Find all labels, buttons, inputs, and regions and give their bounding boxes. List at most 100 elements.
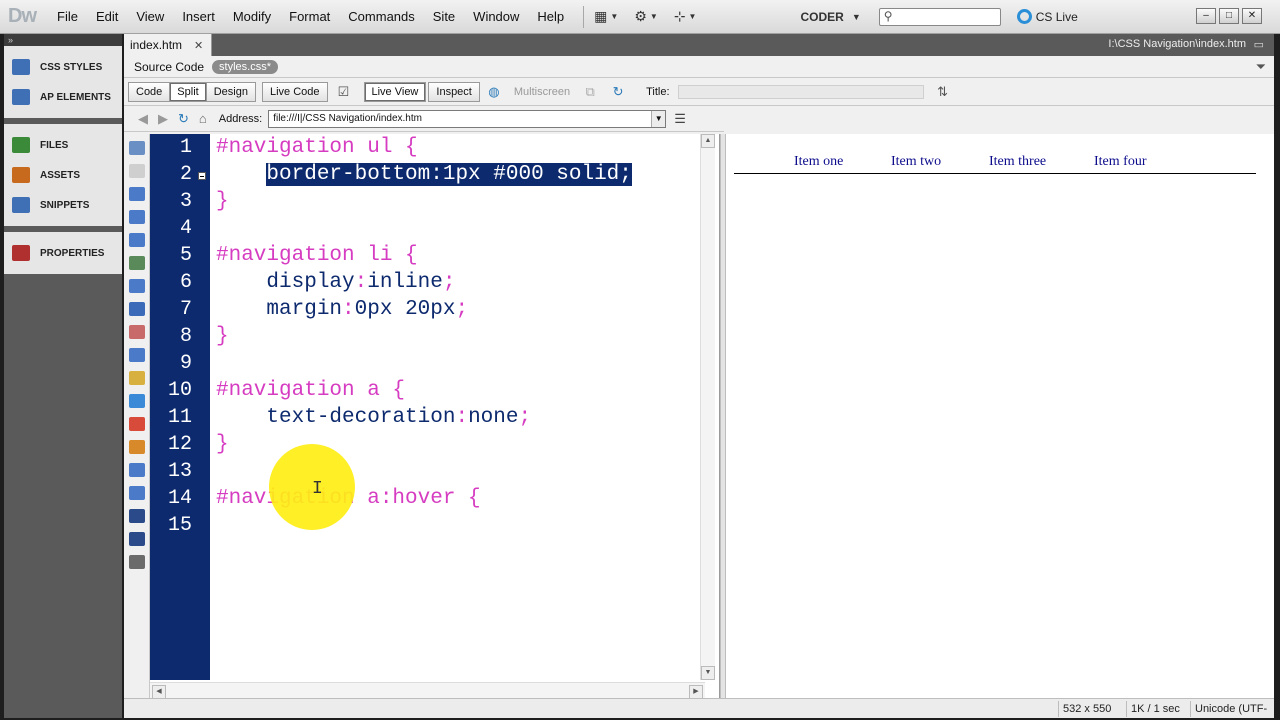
live-view-button[interactable]: Live View [363,81,427,102]
design-view-button[interactable]: Design [206,81,256,102]
panel-label: AP ELEMENTS [40,91,111,103]
scroll-up-icon[interactable]: ▲ [701,134,715,148]
minimize-button[interactable]: – [1196,8,1216,24]
menu-window[interactable]: Window [464,9,528,24]
restore-icon[interactable]: ▭ [1254,38,1264,51]
show-code-navigator-icon[interactable] [128,164,145,178]
multiscreen-button[interactable]: Multiscreen [514,86,570,98]
menu-file[interactable]: File [48,9,87,24]
wrap-tag-icon[interactable] [128,440,145,454]
visual-aids-icon[interactable]: ⧉ [581,84,599,100]
back-icon[interactable]: ◀ [138,111,148,127]
collapse-tag-icon[interactable] [128,187,145,201]
panel-assets[interactable]: ASSETS [4,160,122,190]
menu-insert[interactable]: Insert [173,9,224,24]
code-fold-toggle[interactable] [198,172,206,180]
refresh-icon[interactable]: ↻ [178,111,189,127]
panel-snippets[interactable]: SNIPPETS [4,190,122,220]
code-editor[interactable]: #navigation ul { border-bottom:1px #000 … [210,134,704,680]
menu-commands[interactable]: Commands [339,9,423,24]
text-cursor-icon: I [312,479,323,499]
panel-ap-elements[interactable]: AP ELEMENTS [4,82,122,112]
code-vertical-scrollbar[interactable]: ▲ ▼ [700,134,715,680]
expand-all-icon[interactable] [128,233,145,247]
browser-preview-icon[interactable]: ◍ [485,84,503,100]
source-code-link[interactable]: Source Code [134,60,204,74]
menu-bar: Dw File Edit View Insert Modify Format C… [0,0,1280,34]
menu-site[interactable]: Site [424,9,464,24]
outdent-code-icon[interactable] [128,532,145,546]
cs-live-icon [1016,9,1032,24]
line-numbers-icon[interactable] [128,302,145,316]
split-view-button[interactable]: Split [170,81,207,102]
workspace-switcher[interactable]: CODER ▼ [800,10,860,24]
panel-label: PROPERTIES [40,247,105,259]
highlight-invalid-code-icon[interactable] [128,325,145,339]
file-management-icon[interactable]: ⇅ [934,84,952,100]
format-source-icon[interactable] [128,555,145,569]
view-mode-group: Code Split Design [128,81,256,102]
chevron-down-icon[interactable]: ▼ [651,110,666,127]
apply-comment-icon[interactable] [128,394,145,408]
forward-icon[interactable]: ▶ [158,111,168,127]
home-icon[interactable]: ⌂ [199,111,207,126]
panel-collapse-handle[interactable]: » [4,34,122,46]
maximize-button[interactable]: □ [1219,8,1239,24]
word-wrap-icon[interactable] [128,348,145,362]
gear-icon[interactable]: ⚙ ▼ [634,8,657,25]
live-code-button[interactable]: Live Code [261,81,328,102]
syntax-coloring-icon[interactable] [128,371,145,385]
code-view-button[interactable]: Code [128,81,171,102]
cs-live-button[interactable]: CS Live [1016,9,1078,24]
menu-view[interactable]: View [127,9,173,24]
recent-snippets-icon[interactable] [128,463,145,477]
nav-link-item-three[interactable]: Item three [989,154,1046,170]
panel-label: ASSETS [40,169,81,181]
panel-css-styles[interactable]: CSS STYLES [4,52,122,82]
cs-live-label: CS Live [1035,9,1078,24]
scroll-down-icon[interactable]: ▼ [701,666,715,680]
indent-code-icon[interactable] [128,509,145,523]
menu-edit[interactable]: Edit [87,9,127,24]
title-input[interactable] [677,84,924,99]
menu-format[interactable]: Format [280,9,339,24]
related-file-styles-css[interactable]: styles.css* [212,59,279,74]
address-input[interactable]: file:///I|/CSS Navigation/index.htm ▼ [268,109,667,128]
balance-braces-icon[interactable] [128,279,145,293]
panel-properties[interactable]: PROPERTIES [4,238,122,268]
nav-link-item-two[interactable]: Item two [891,154,941,170]
inspect-button[interactable]: Inspect [428,81,480,102]
panel-label: CSS STYLES [40,61,103,73]
workspace-label: CODER [800,9,844,24]
filter-icon[interactable]: ⏷ [1256,59,1266,75]
chevron-down-icon: ▼ [851,11,861,22]
scroll-right-icon[interactable]: ▶ [689,685,703,699]
tab-label: index.htm [130,38,183,52]
check-page-icon[interactable]: ☑ [335,84,353,100]
menu-help[interactable]: Help [528,9,573,24]
select-parent-tag-icon[interactable] [128,256,145,270]
nav-link-item-four[interactable]: Item four [1094,154,1146,170]
collapse-selection-icon[interactable] [128,210,145,224]
window-size[interactable]: 532 x 550 [1058,701,1115,717]
ap-elements-icon [12,89,30,105]
panel-files[interactable]: FILES [4,130,122,160]
live-view-options-icon[interactable]: ☰ [674,111,686,127]
menu-modify[interactable]: Modify [224,9,280,24]
dreamweaver-logo: Dw [8,5,37,27]
layout-icon[interactable]: ▦ ▼ [594,8,618,25]
site-map-icon[interactable]: ⊹ ▼ [674,8,697,25]
open-documents-icon[interactable] [128,141,145,155]
move-css-icon[interactable] [128,486,145,500]
line-number: 3 [179,190,192,213]
tab-index-htm[interactable]: index.htm ✕ [124,34,213,56]
help-search-input[interactable]: ⚲ [878,7,1001,26]
close-button[interactable]: ✕ [1242,8,1262,24]
remove-comment-icon[interactable] [128,417,145,431]
line-number: 10 [167,379,192,402]
refresh-icon[interactable]: ↻ [609,84,627,100]
scroll-left-icon[interactable]: ◀ [152,685,166,699]
nav-link-item-one[interactable]: Item one [794,154,843,170]
close-icon[interactable]: ✕ [194,39,203,52]
line-number: 12 [167,433,192,456]
